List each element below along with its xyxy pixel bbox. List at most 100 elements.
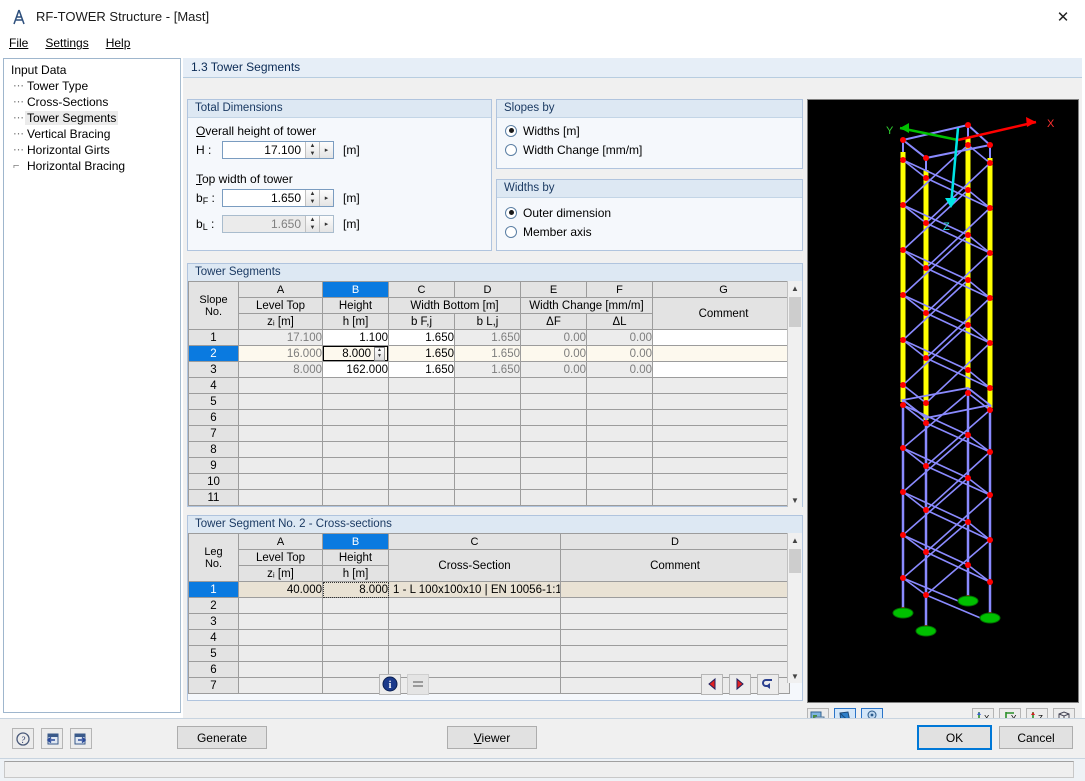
grid-cell[interactable] — [520, 457, 587, 474]
grid-cell[interactable]: 0.00 — [586, 361, 653, 378]
column-header-E[interactable]: E — [520, 281, 587, 298]
grid-cell[interactable] — [652, 393, 795, 410]
grid-cell[interactable] — [520, 489, 587, 506]
height-more-icon[interactable]: ▸ — [319, 142, 333, 158]
radio-icon[interactable] — [505, 124, 517, 137]
grid-cell[interactable] — [520, 441, 587, 458]
radio-icon[interactable] — [505, 143, 517, 156]
grid-cell[interactable] — [238, 629, 323, 646]
scroll-thumb[interactable] — [789, 297, 801, 327]
scroll-up-icon[interactable]: ▲ — [788, 533, 802, 547]
grid-cell[interactable] — [322, 489, 389, 506]
return-arrow-icon[interactable] — [757, 673, 779, 695]
grid-cell[interactable] — [520, 393, 587, 410]
scroll-thumb[interactable] — [789, 549, 801, 573]
grid-cell[interactable] — [238, 645, 323, 662]
grid-cell[interactable] — [238, 425, 323, 442]
grid-cell[interactable] — [238, 377, 323, 394]
grid-cell[interactable] — [454, 489, 521, 506]
sidebar-item-tower-segments[interactable]: ⋯ Tower Segments — [9, 110, 180, 126]
grid-cell[interactable] — [520, 377, 587, 394]
slopes-by-option-widths[interactable]: Widths [m] — [505, 121, 794, 140]
grid-cell[interactable]: 0.00 — [520, 345, 587, 362]
bf-spin-buttons[interactable]: ▲ ▼ — [305, 190, 319, 206]
menu-help[interactable]: Help — [106, 36, 131, 50]
grid-cell[interactable]: 0.00 — [520, 329, 587, 346]
generate-button[interactable]: Generate — [177, 726, 267, 749]
grid-cell[interactable] — [322, 425, 389, 442]
row-number[interactable]: 5 — [188, 645, 239, 662]
grid-cell[interactable]: 1.650 — [388, 345, 455, 362]
sidebar-item-vertical-bracing[interactable]: ⋯ Vertical Bracing — [9, 126, 180, 142]
table-row[interactable]: 8 — [188, 441, 795, 458]
row-number[interactable]: 6 — [188, 409, 239, 426]
table-row[interactable]: 1 40.000 8.000 1 - L 100x100x10 | EN 10056-… — [188, 581, 790, 598]
row-number[interactable]: 2 — [188, 345, 239, 362]
spin-up-icon[interactable]: ▲ — [306, 142, 319, 150]
grid-cell[interactable] — [652, 457, 795, 474]
close-icon[interactable]: ✕ — [1041, 0, 1085, 33]
grid-cell[interactable] — [322, 473, 389, 490]
tower-segments-grid[interactable]: Slope No. A B C D E F G Level Top Height Width Bott… — [188, 281, 795, 506]
grid-cell[interactable] — [652, 409, 795, 426]
grid-cell[interactable] — [388, 473, 455, 490]
column-header-G[interactable]: G — [652, 281, 795, 298]
column-header-B[interactable]: B — [322, 281, 389, 298]
slopes-by-option-width-change[interactable]: Width Change [mm/m] — [505, 140, 794, 159]
grid-cell[interactable] — [322, 629, 389, 646]
column-header-D[interactable]: D — [454, 281, 521, 298]
tower-3d-viewport[interactable]: X Y Z — [807, 99, 1079, 703]
grid-cell[interactable] — [586, 425, 653, 442]
sidebar-item-horizontal-bracing[interactable]: ⌐ Horizontal Bracing — [9, 158, 180, 174]
spin-down-icon[interactable]: ▼ — [306, 150, 319, 158]
grid-cell[interactable]: 8.000 — [238, 361, 323, 378]
table-row[interactable]: 4 — [188, 629, 790, 646]
height-spinner[interactable]: ▲ ▼ ▸ — [222, 141, 334, 159]
cancel-button[interactable]: Cancel — [999, 726, 1073, 749]
cross-sections-scrollbar[interactable]: ▲ ▼ — [787, 533, 802, 683]
grid-cell[interactable] — [560, 581, 790, 598]
grid-cell[interactable]: 162.000 — [322, 361, 389, 378]
grid-cell[interactable]: 40.000 — [238, 581, 323, 598]
grid-cell[interactable] — [388, 441, 455, 458]
grid-cell[interactable] — [322, 377, 389, 394]
sidebar-item-cross-sections[interactable]: ⋯ Cross-Sections — [9, 94, 180, 110]
viewer-button[interactable]: Viewer — [447, 726, 537, 749]
grid-cell[interactable] — [388, 629, 561, 646]
grid-cell[interactable]: 0.00 — [586, 329, 653, 346]
grid-cell[interactable] — [322, 441, 389, 458]
grid-cell[interactable] — [322, 393, 389, 410]
sidebar-item-horizontal-girts[interactable]: ⋯ Horizontal Girts — [9, 142, 180, 158]
grid-cell[interactable] — [388, 489, 455, 506]
grid-cell[interactable] — [454, 441, 521, 458]
grid-cell[interactable] — [322, 597, 389, 614]
menu-file[interactable]: File — [9, 36, 28, 50]
widths-by-option-outer[interactable]: Outer dimension — [505, 203, 794, 222]
grid-cell[interactable] — [652, 489, 795, 506]
row-number[interactable]: 8 — [188, 441, 239, 458]
grid-cell[interactable] — [652, 345, 795, 362]
column-header-C[interactable]: C — [388, 281, 455, 298]
grid-cell[interactable]: 1.650 — [388, 361, 455, 378]
column-header-C[interactable]: C — [388, 533, 561, 550]
row-number[interactable]: 2 — [188, 597, 239, 614]
table-row[interactable]: 4 — [188, 377, 795, 394]
row-number[interactable]: 7 — [188, 425, 239, 442]
grid-cell[interactable] — [586, 409, 653, 426]
grid-cell[interactable] — [454, 457, 521, 474]
cell-editing[interactable]: 8.000 ▲ ▼ — [322, 345, 389, 362]
row-number[interactable]: 4 — [188, 629, 239, 646]
grid-cell[interactable] — [388, 645, 561, 662]
grid-cell[interactable] — [586, 377, 653, 394]
bf-input[interactable] — [223, 190, 305, 206]
table-row[interactable]: 11 — [188, 489, 795, 506]
spin-up-icon[interactable]: ▲ — [306, 190, 319, 198]
grid-cell[interactable] — [388, 613, 561, 630]
next-arrow-icon[interactable] — [729, 673, 751, 695]
grid-cell[interactable] — [388, 457, 455, 474]
grid-cell[interactable] — [238, 393, 323, 410]
table-row[interactable]: 9 — [188, 457, 795, 474]
grid-cell[interactable] — [238, 409, 323, 426]
tower-segments-scrollbar[interactable]: ▲ ▼ — [787, 281, 802, 507]
height-input[interactable] — [223, 142, 305, 158]
